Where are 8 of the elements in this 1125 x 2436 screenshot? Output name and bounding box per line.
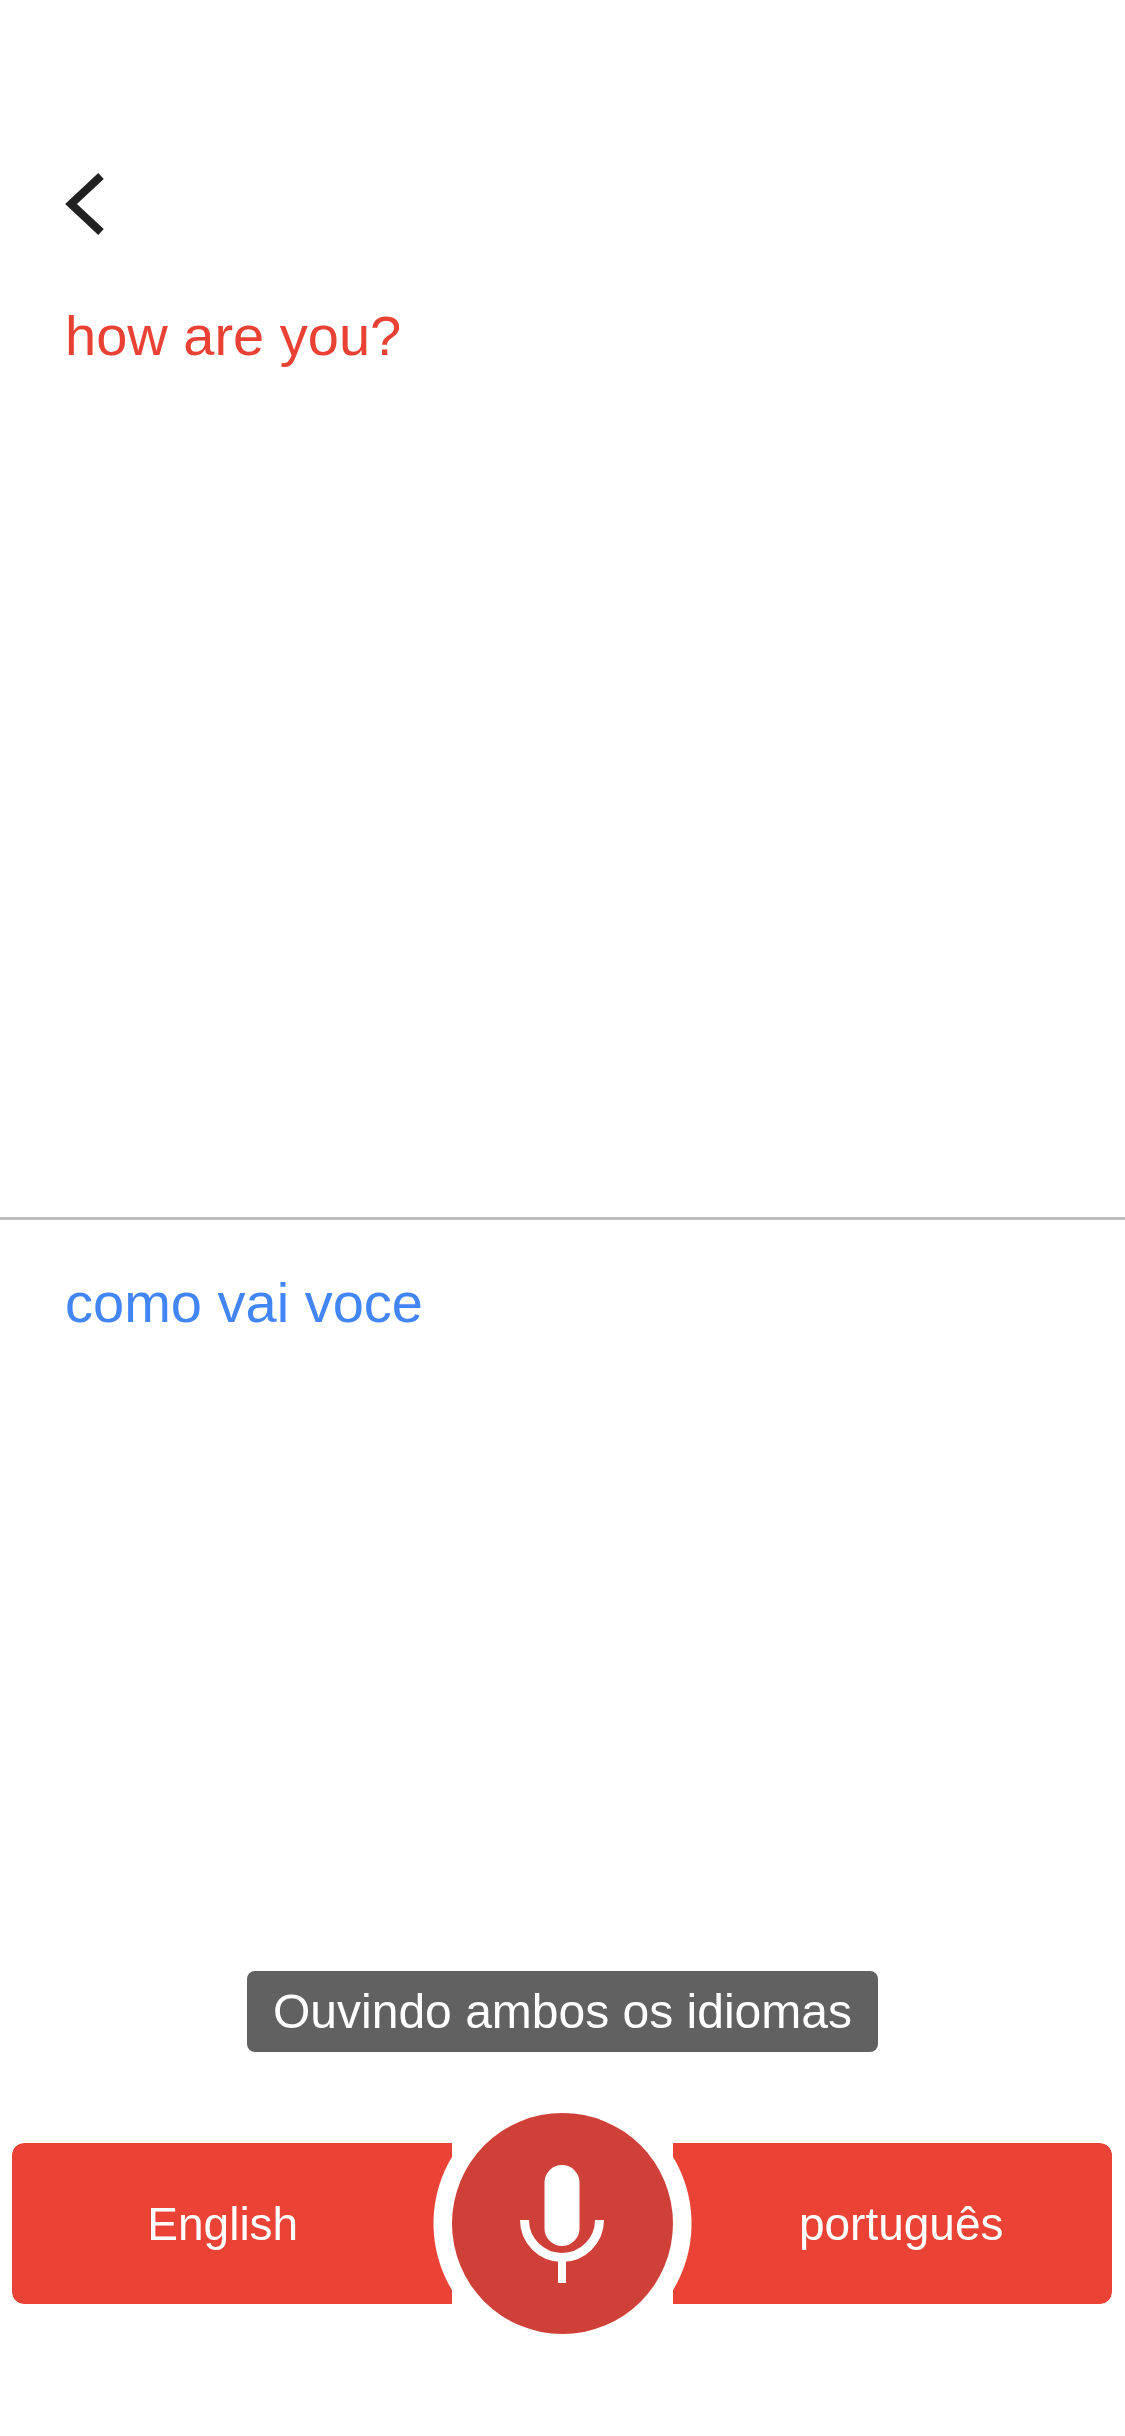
back-icon bbox=[65, 173, 105, 235]
back-button[interactable] bbox=[65, 173, 105, 235]
language-button[interactable]: English bbox=[12, 2143, 452, 2304]
language-button[interactable]: português bbox=[672, 2143, 1112, 2304]
status-tooltip: Ouvindo ambos os idiomas bbox=[247, 1971, 878, 2052]
microphone-icon bbox=[520, 2164, 604, 2283]
source-text: how are you? bbox=[65, 304, 402, 368]
translation-text: como vai voce bbox=[65, 1271, 423, 1335]
